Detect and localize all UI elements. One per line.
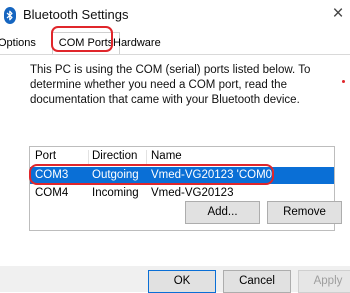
- window-title: Bluetooth Settings: [23, 7, 129, 22]
- row-direction: Outgoing: [92, 169, 139, 181]
- column-header-direction[interactable]: Direction: [92, 150, 137, 162]
- tab-strip: Options COM Ports Hardware: [0, 32, 350, 54]
- apply-button[interactable]: Apply: [298, 270, 350, 293]
- close-icon[interactable]: ×: [326, 2, 350, 26]
- annotation-dot: [342, 80, 345, 83]
- list-row-com4[interactable]: COM4 Incoming Vmed-VG20123: [30, 185, 334, 202]
- row-port: COM3: [35, 169, 69, 181]
- description-text: This PC is using the COM (serial) ports …: [30, 64, 311, 106]
- column-separator[interactable]: [88, 150, 89, 164]
- row-port: COM4: [35, 187, 69, 199]
- cancel-button[interactable]: Cancel: [223, 270, 291, 293]
- tab-com-ports[interactable]: COM Ports: [52, 32, 120, 54]
- tab-options[interactable]: Options: [0, 34, 52, 53]
- list-row-com3[interactable]: COM3 Outgoing Vmed-VG20123 'COM0': [30, 167, 334, 184]
- column-separator[interactable]: [146, 150, 147, 164]
- column-header-name[interactable]: Name: [151, 150, 182, 162]
- list-header: Port Direction Name: [30, 147, 334, 165]
- title-bar: Bluetooth Settings ×: [0, 0, 350, 30]
- remove-button[interactable]: Remove: [267, 201, 342, 224]
- row-name: Vmed-VG20123: [151, 187, 234, 199]
- row-name: Vmed-VG20123 'COM0': [151, 169, 275, 181]
- tab-hardware[interactable]: Hardware: [113, 34, 161, 53]
- column-header-port[interactable]: Port: [35, 150, 56, 162]
- ok-button[interactable]: OK: [148, 270, 216, 293]
- bluetooth-icon: [4, 7, 16, 24]
- row-direction: Incoming: [92, 187, 139, 199]
- add-button[interactable]: Add...: [185, 201, 260, 224]
